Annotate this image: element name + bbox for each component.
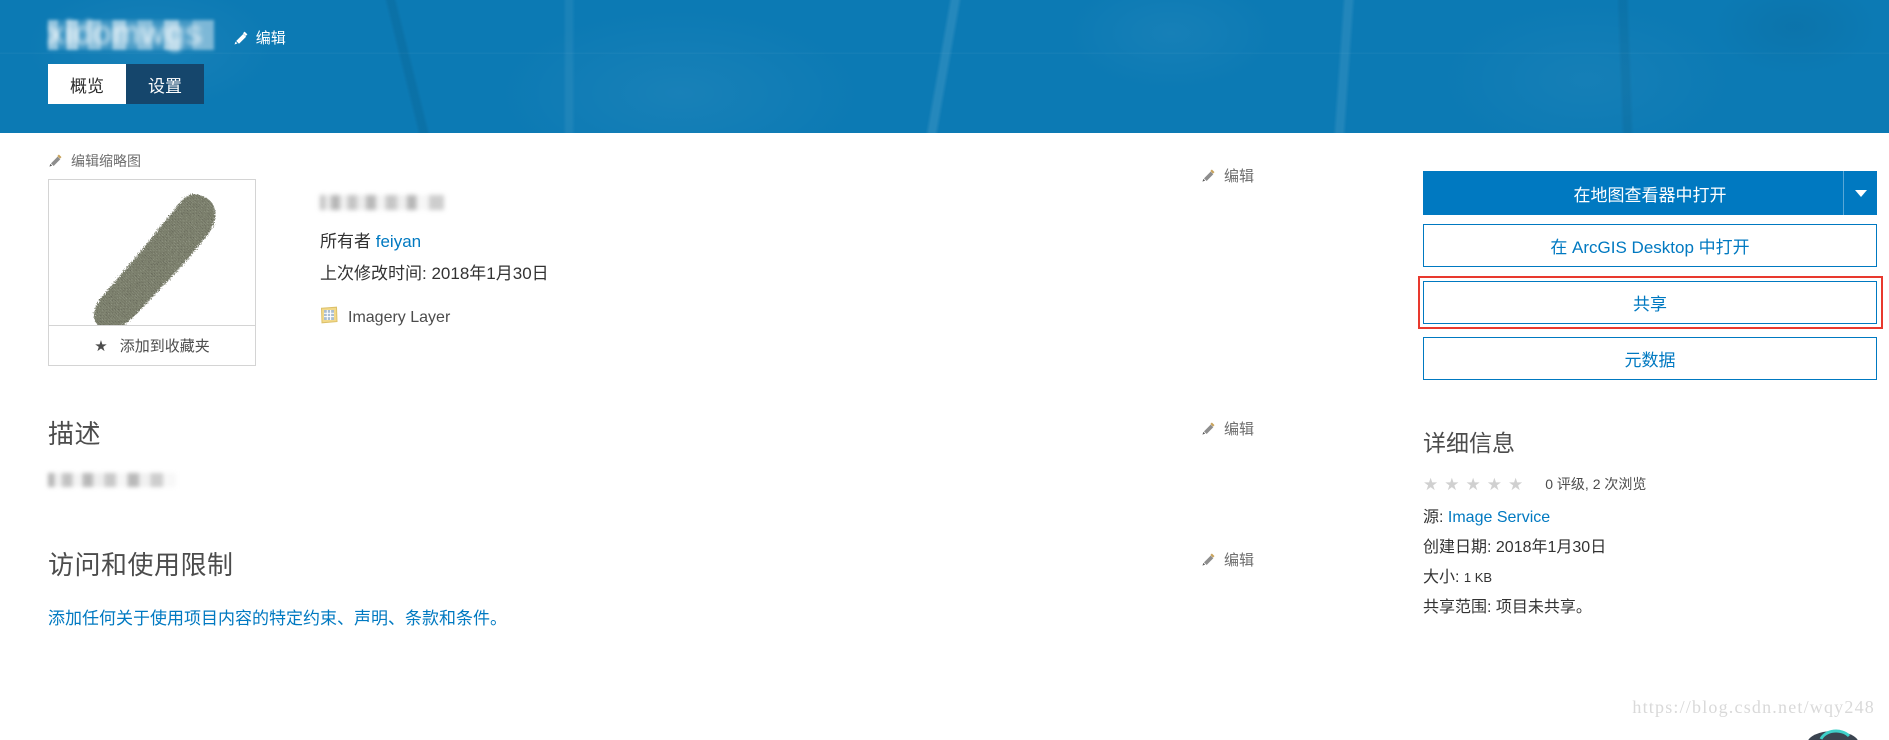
section-terms-of-use: 访问和使用限制 添加任何关于使用项目内容的特定约束、声明、条款和条件。 编辑	[48, 545, 1400, 629]
star-icon: ★	[1508, 474, 1524, 494]
edit-thumbnail-label: 编辑缩略图	[71, 153, 141, 169]
sidebar: 在地图查看器中打开 在 ArcGIS Desktop 中打开 共享 元数据 详细…	[1400, 151, 1889, 629]
share-label: 共享	[1633, 295, 1667, 314]
source-row: 源: Image Service	[1423, 503, 1877, 533]
modified-label: 上次修改时间:	[320, 264, 427, 283]
shared-row: 共享范围: 项目未共享。	[1423, 593, 1877, 623]
open-in-map-viewer-dropdown[interactable]	[1843, 171, 1877, 215]
shared-value: 项目未共享。	[1495, 599, 1592, 616]
tab-settings-label: 设置	[148, 76, 182, 96]
rating-text: 0 评级, 2 次浏览	[1545, 476, 1647, 492]
item-detail-page: xidomwgs 编辑 概览 设置 编辑缩略图 ★ 添加到收藏夹 所有者 fei…	[0, 0, 1889, 740]
created-row: 创建日期: 2018年1月30日	[1423, 533, 1877, 563]
edit-terms-label: 编辑	[1223, 552, 1254, 569]
open-in-map-viewer-label: 在地图查看器中打开	[1573, 185, 1727, 205]
terms-body-link[interactable]: 添加任何关于使用项目内容的特定约束、声明、条款和条件。	[48, 609, 507, 628]
size-row: 大小: 1 KB	[1423, 563, 1877, 593]
share-button-highlight: 共享	[1418, 276, 1883, 329]
owner-link[interactable]: feiyan	[376, 232, 421, 251]
edit-summary-button[interactable]: 编辑	[1201, 165, 1254, 187]
page-title: xidomwgs	[48, 14, 214, 52]
item-summary: ★ 添加到收藏夹 所有者 feiyan 上次修改时间: 2018年1月30日 I…	[48, 168, 1400, 366]
description-heading: 描述	[48, 419, 102, 449]
open-in-arcgis-desktop-label: 在 ArcGIS Desktop 中打开	[1550, 238, 1750, 257]
header-tabs: 概览 设置	[48, 64, 1889, 104]
item-type-label: Imagery Layer	[348, 308, 451, 326]
modified-row: 上次修改时间: 2018年1月30日	[320, 258, 1400, 290]
star-icon: ★	[94, 337, 108, 355]
source-label: 源:	[1423, 509, 1444, 526]
section-description: 描述 编辑	[48, 414, 1400, 487]
shared-label: 共享范围:	[1423, 599, 1492, 616]
owner-label: 所有者	[320, 232, 371, 251]
star-icon: ★	[1444, 474, 1460, 494]
edit-title-label: 编辑	[255, 30, 286, 47]
page-header: xidomwgs 编辑 概览 设置	[0, 0, 1889, 133]
page-title-text: xidomwgs	[48, 14, 203, 51]
edit-description-button[interactable]: 编辑	[1201, 418, 1254, 440]
star-icon: ★	[1486, 474, 1502, 494]
pencil-icon	[1201, 552, 1217, 568]
watermark-url: https://blog.csdn.net/wqy248	[1632, 697, 1875, 717]
pencil-icon	[1201, 168, 1217, 184]
page-body: 编辑缩略图 ★ 添加到收藏夹 所有者 feiyan 上次修改时间: 2018年1…	[0, 133, 1889, 740]
details-panel: 详细信息 ★ ★ ★ ★ ★ 0 评级, 2 次浏览 源: Image Serv…	[1423, 424, 1877, 623]
size-value: 1 KB	[1463, 570, 1493, 585]
source-link[interactable]: Image Service	[1448, 509, 1550, 526]
created-label: 创建日期:	[1423, 539, 1492, 556]
pencil-icon	[1201, 421, 1217, 437]
description-body-redacted	[48, 473, 176, 487]
add-to-favorites-label: 添加到收藏夹	[119, 338, 210, 355]
edit-thumbnail-button[interactable]: 编辑缩略图	[48, 151, 141, 171]
imagery-layer-icon	[320, 306, 338, 329]
item-type-row: Imagery Layer	[320, 306, 1400, 329]
rating-stars[interactable]: ★ ★ ★ ★ ★	[1423, 476, 1523, 493]
open-in-arcgis-desktop-button[interactable]: 在 ArcGIS Desktop 中打开	[1423, 224, 1877, 267]
terms-heading: 访问和使用限制	[48, 550, 234, 580]
details-heading: 详细信息	[1423, 430, 1515, 456]
tab-overview-label: 概览	[70, 76, 104, 96]
metadata-label: 元数据	[1624, 351, 1676, 370]
size-label: 大小:	[1423, 569, 1460, 586]
star-icon: ★	[1465, 474, 1481, 494]
open-in-map-viewer-button[interactable]: 在地图查看器中打开	[1423, 171, 1877, 215]
thumbnail-card: ★ 添加到收藏夹	[48, 179, 256, 366]
tab-overview[interactable]: 概览	[48, 64, 126, 104]
edit-title-button[interactable]: 编辑	[233, 27, 286, 48]
pencil-icon	[233, 30, 249, 46]
edit-summary-label: 编辑	[1223, 168, 1254, 185]
created-value: 2018年1月30日	[1495, 539, 1607, 556]
add-to-favorites-button[interactable]: ★ 添加到收藏夹	[49, 325, 255, 365]
item-metadata: 所有者 feiyan 上次修改时间: 2018年1月30日 Imagery La…	[256, 179, 1400, 366]
share-button[interactable]: 共享	[1423, 281, 1877, 324]
edit-terms-button[interactable]: 编辑	[1201, 549, 1254, 571]
tab-settings[interactable]: 设置	[126, 64, 204, 104]
chevron-down-icon	[1854, 189, 1867, 197]
metadata-button[interactable]: 元数据	[1423, 337, 1877, 380]
modified-date: 2018年1月30日	[431, 264, 549, 283]
title-row: xidomwgs 编辑	[48, 0, 1889, 52]
main-content: 编辑缩略图 ★ 添加到收藏夹 所有者 feiyan 上次修改时间: 2018年1…	[0, 151, 1400, 629]
rating-row: ★ ★ ★ ★ ★ 0 评级, 2 次浏览	[1423, 474, 1877, 494]
item-thumbnail[interactable]	[49, 180, 255, 325]
owner-row: 所有者 feiyan	[320, 226, 1400, 258]
edit-description-label: 编辑	[1223, 421, 1254, 438]
edit-thumbnail-row: 编辑缩略图	[48, 151, 1400, 173]
item-name-redacted	[320, 195, 444, 210]
star-icon: ★	[1423, 474, 1439, 494]
watermark-logo	[1799, 708, 1861, 740]
pencil-icon	[48, 153, 64, 169]
